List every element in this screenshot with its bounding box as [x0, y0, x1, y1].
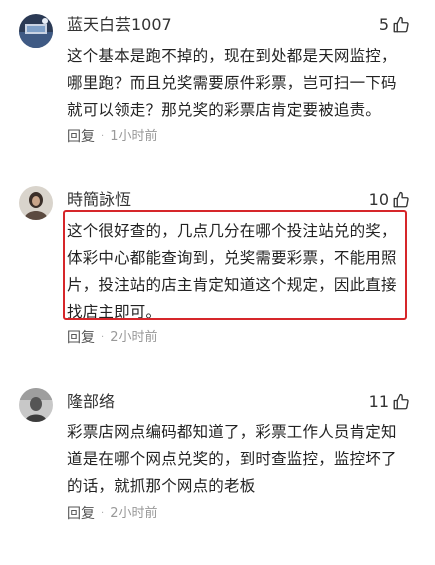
comment-line: 这个很好查的，几点几分在哪个投注站兑的奖， [67, 222, 397, 240]
comment-line: 道是在哪个网点兑奖的，到时查监控，监控坏了 [67, 450, 397, 468]
comment-line: 的话，就抓那个网点的老板 [67, 477, 256, 495]
comment-line: 就可以领走？那兑奖的彩票店肯定要被追责。 [67, 101, 382, 119]
like-button[interactable]: 11 [369, 392, 410, 412]
avatar[interactable] [19, 14, 53, 48]
avatar[interactable] [19, 186, 53, 220]
like-button[interactable]: 5 [379, 15, 410, 35]
timestamp: 2小时前 [110, 506, 158, 521]
separator-dot: · [101, 508, 105, 519]
comment-line: 彩票店网点编码都知道了，彩票工作人员肯定知 [67, 423, 397, 441]
reply-button[interactable]: 回复 [67, 127, 95, 147]
username[interactable]: 時簡詠恆 [67, 190, 131, 210]
comment-line: 哪里跑？而且兑奖需要原件彩票，岂可扫一下码 [67, 74, 397, 92]
comment-line: 片，投注站的店主肯定知道这个规定，因此直接 [67, 276, 397, 294]
comment-meta: 回复 · 1小时前 [67, 127, 157, 147]
like-button[interactable]: 10 [369, 190, 410, 210]
comment-text: 这个很好查的，几点几分在哪个投注站兑的奖， 体彩中心都能查询到，兑奖需要彩票，不… [67, 218, 412, 326]
comment-meta: 回复 · 2小时前 [67, 504, 157, 524]
avatar[interactable] [19, 388, 53, 422]
username[interactable]: 蓝天白芸1007 [67, 15, 172, 35]
comment-meta: 回复 · 2小时前 [67, 328, 157, 348]
thumbs-up-icon[interactable] [392, 16, 410, 34]
thumbs-up-icon[interactable] [392, 393, 410, 411]
like-count: 11 [368, 392, 389, 411]
separator-dot: · [101, 332, 105, 343]
like-count: 10 [368, 190, 389, 209]
timestamp: 1小时前 [110, 129, 158, 144]
reply-button[interactable]: 回复 [67, 504, 95, 524]
separator-dot: · [101, 131, 105, 142]
like-count: 5 [378, 15, 389, 34]
comment-line: 这个基本是跑不掉的，现在到处都是天网监控， [67, 47, 397, 65]
comment-line: 体彩中心都能查询到，兑奖需要彩票，不能用照 [67, 249, 397, 267]
thumbs-up-icon[interactable] [392, 191, 410, 209]
username[interactable]: 隆部络 [67, 392, 115, 412]
reply-button[interactable]: 回复 [67, 328, 95, 348]
comment-text: 彩票店网点编码都知道了，彩票工作人员肯定知 道是在哪个网点兑奖的，到时查监控，监… [67, 419, 412, 500]
comment-text: 这个基本是跑不掉的，现在到处都是天网监控， 哪里跑？而且兑奖需要原件彩票，岂可扫… [67, 43, 412, 124]
comment-line: 找店主即可。 [67, 303, 162, 321]
timestamp: 2小时前 [110, 330, 158, 345]
